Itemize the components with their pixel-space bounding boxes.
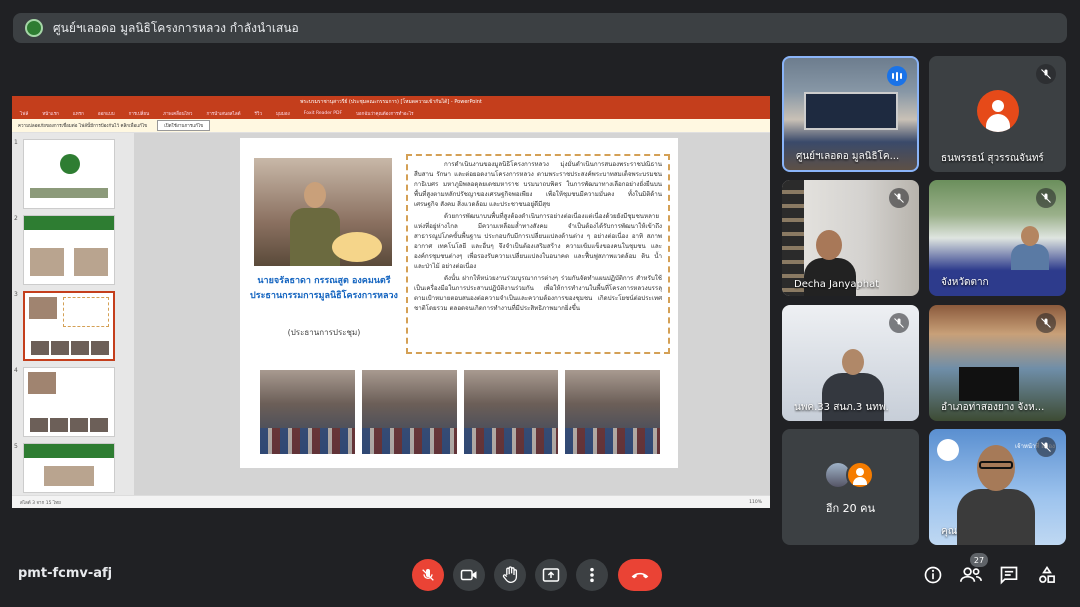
slide-thumb xyxy=(23,367,115,437)
chairman-name: นายจรัลธาดา กรรณสูต องคมนตรี ประธานกรรมก… xyxy=(250,276,398,301)
more-participants-label: อีก 20 คน xyxy=(825,502,876,515)
ribbon-tab: บอกฉันว่าคุณต้องการทำอะไร xyxy=(356,111,414,117)
more-icon xyxy=(590,567,594,583)
leave-call-button[interactable] xyxy=(618,559,662,591)
mic-off-icon xyxy=(889,313,909,333)
activities-icon xyxy=(1039,565,1055,583)
thumb-number: 3 xyxy=(14,291,18,298)
present-icon xyxy=(542,568,560,582)
chat-icon xyxy=(1000,566,1018,585)
participant-name: คุณ xyxy=(941,526,957,537)
slide-paragraph: ด้วยการพัฒนาบนพื้นที่สูงต้องดำเนินการอย่… xyxy=(414,213,662,270)
participant-tile[interactable]: ธนพรรธน์ สุวรรณจันทร์ xyxy=(929,56,1066,172)
slide-thumb xyxy=(23,139,115,209)
ribbon-tab: หน้าแรก xyxy=(42,111,59,117)
present-now-button[interactable] xyxy=(535,559,567,591)
slide-counter: สไลด์ 3 จาก 15 ไทย xyxy=(20,500,61,506)
more-participants-tile[interactable]: อีก 20 คน xyxy=(782,429,919,545)
powerpoint-titlebar: พระบรมราชานุสาวรีย์ (ประชุมคณะกรรมการ) [… xyxy=(12,96,770,107)
ribbon-tab: ออกแบบ xyxy=(97,111,115,117)
participant-name: ศูนย์ฯเลอดอ มูลนิธิโค... xyxy=(796,151,900,162)
mic-off-icon xyxy=(422,569,434,581)
ribbon-tab: การเปลี่ยน xyxy=(128,111,150,117)
mic-off-icon xyxy=(1036,437,1056,457)
thumb-number: 2 xyxy=(14,215,18,222)
mic-toggle-button[interactable] xyxy=(412,559,444,591)
meeting-photo-gallery xyxy=(260,370,660,454)
info-icon xyxy=(924,566,942,584)
participant-tile-self[interactable]: เจ้าหน้าที่ สยอง คุณ xyxy=(929,429,1066,545)
meeting-photo xyxy=(260,370,355,454)
slide-paragraph: ดังนั้น ฝากให้หน่วยงานร่วมบูรณาการต่างๆ … xyxy=(414,275,662,312)
participant-name: นพค.33 สนภ.3 นทพ. xyxy=(794,402,889,413)
meeting-photo xyxy=(565,370,660,454)
mic-off-icon xyxy=(1036,64,1056,84)
participant-tile[interactable]: นพค.33 สนภ.3 นทพ. xyxy=(782,305,919,421)
speaking-indicator-icon xyxy=(887,66,907,86)
presenting-bar: ศูนย์ฯเลอดอ มูลนิธิโครงการหลวง กำลังนำเส… xyxy=(13,13,1067,43)
camera-icon xyxy=(460,569,477,581)
raise-hand-icon xyxy=(502,566,518,583)
ribbon-tab: การนำเสนอสไลด์ xyxy=(206,111,241,117)
activities-button[interactable] xyxy=(1034,562,1060,588)
ribbon-tab: มุมมอง xyxy=(275,111,290,117)
slide-workspace: นายจรัลธาดา กรรณสูต องคมนตรี ประธานกรรมก… xyxy=(134,133,770,495)
chat-button[interactable] xyxy=(996,562,1022,588)
avatar xyxy=(977,90,1019,132)
people-icon xyxy=(960,567,982,582)
thumb-number: 4 xyxy=(14,367,18,374)
mic-off-icon xyxy=(889,188,909,208)
slide-thumbnails: 1 2 3 4 5 xyxy=(12,133,134,495)
hang-up-icon xyxy=(631,572,649,579)
participant-tile[interactable]: จังหวัดตาก xyxy=(929,180,1066,296)
ribbon-tab: Foxit Reader PDF xyxy=(303,110,343,116)
camera-toggle-button[interactable] xyxy=(453,559,485,591)
powerpoint-statusbar: สไลด์ 3 จาก 15 ไทย 110% xyxy=(12,495,770,508)
enable-editing-button: เปิดใช้งานการแก้ไข xyxy=(157,120,211,131)
chairman-photo xyxy=(254,158,392,266)
slide-paragraph: การดำเนินงานของมูลนิธิโครงการหลวง มุ่งมั… xyxy=(414,161,662,208)
participant-name: อำเภอท่าสองยาง จังห... xyxy=(941,402,1045,413)
presenter-logo xyxy=(25,19,43,37)
ribbon-tab: แทรก xyxy=(72,111,84,117)
current-slide: นายจรัลธาดา กรรณสูต องคมนตรี ประธานกรรมก… xyxy=(240,138,678,468)
protected-view-bar: ความปลอดภัยของการเชื่อมต่อ ไฟล์นี้มีการป… xyxy=(12,119,770,133)
ribbon-tab: ภาพเคลื่อนไหว xyxy=(163,111,193,117)
ribbon-tab: รีวิว xyxy=(254,111,262,117)
more-avatars xyxy=(824,461,874,489)
shared-screen: พระบรมราชานุสาวรีย์ (ประชุมคณะกรรมการ) [… xyxy=(12,96,770,508)
mic-off-icon xyxy=(1036,188,1056,208)
powerpoint-title: พระบรมราชานุสาวรีย์ (ประชุมคณะกรรมการ) [… xyxy=(300,98,482,105)
powerpoint-ribbon: ไฟล์ หน้าแรก แทรก ออกแบบ การเปลี่ยน ภาพเ… xyxy=(12,107,770,119)
ribbon-tab: ไฟล์ xyxy=(20,111,29,117)
meeting-code: pmt-fcmv-afj xyxy=(18,566,113,581)
protected-view-message: ความปลอดภัยของการเชื่อมต่อ ไฟล์นี้มีการป… xyxy=(18,124,148,129)
participant-tile[interactable]: ศูนย์ฯเลอดอ มูลนิธิโค... xyxy=(782,56,919,172)
raise-hand-button[interactable] xyxy=(494,559,526,591)
meeting-photo xyxy=(361,370,457,454)
participant-tile[interactable]: Decha Janyaphat xyxy=(782,180,919,296)
participant-name: จังหวัดตาก xyxy=(941,277,989,288)
people-count-badge: 27 xyxy=(970,553,988,567)
mic-off-icon xyxy=(1036,313,1056,333)
thumb-number: 5 xyxy=(14,443,18,450)
slide-thumb-selected xyxy=(23,291,115,361)
thumb-number: 1 xyxy=(14,139,18,146)
participant-tile[interactable]: อำเภอท่าสองยาง จังห... xyxy=(929,305,1066,421)
chairman-caption: (ประธานการประชุม) xyxy=(287,328,361,337)
presenting-text: ศูนย์ฯเลอดอ มูลนิธิโครงการหลวง กำลังนำเส… xyxy=(53,20,299,35)
participant-name: Decha Janyaphat xyxy=(794,279,880,290)
participant-name: ธนพรรธน์ สุวรรณจันทร์ xyxy=(941,153,1044,164)
zoom-level: 110% xyxy=(749,499,762,505)
more-options-button[interactable] xyxy=(576,559,608,591)
slide-thumb xyxy=(23,443,115,493)
meeting-details-button[interactable] xyxy=(920,562,946,588)
meeting-photo xyxy=(463,370,559,454)
slide-thumb xyxy=(23,215,115,285)
slide-textbox: การดำเนินงานของมูลนิธิโครงการหลวง มุ่งมั… xyxy=(406,154,670,354)
